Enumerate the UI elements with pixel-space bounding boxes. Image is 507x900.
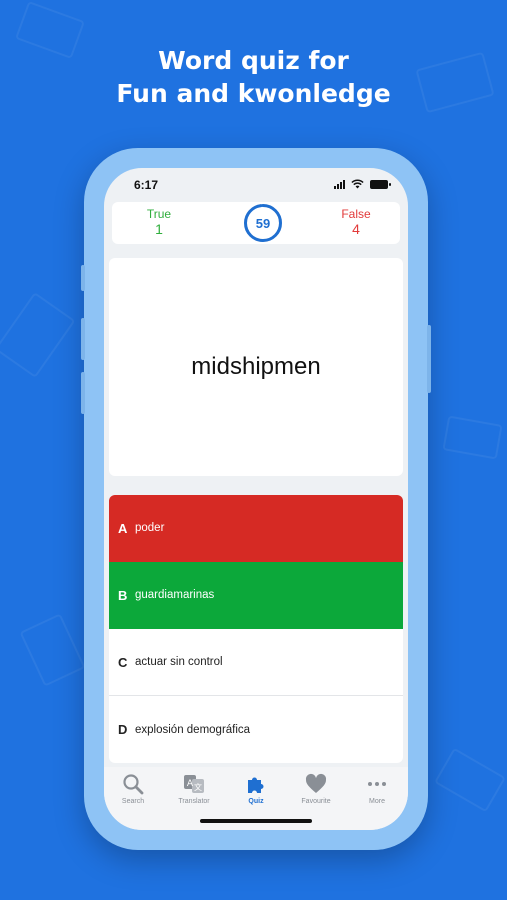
answer-option-a[interactable]: A poder bbox=[109, 495, 403, 562]
tab-label: Search bbox=[121, 798, 145, 805]
tab-favourite[interactable]: Favourite bbox=[286, 773, 346, 805]
tab-label: Favourite bbox=[301, 798, 331, 805]
tab-search[interactable]: Search bbox=[104, 773, 163, 805]
false-label: False bbox=[341, 207, 371, 221]
option-text: guardiamarinas bbox=[135, 589, 215, 601]
phone-silent-switch bbox=[81, 265, 85, 291]
svg-text:A: A bbox=[187, 779, 194, 789]
option-text: poder bbox=[135, 522, 165, 534]
phone-volume-up bbox=[81, 318, 85, 360]
status-time: 6:17 bbox=[134, 178, 159, 192]
signal-icon bbox=[334, 179, 345, 189]
tab-label: Translator bbox=[178, 798, 210, 805]
headline-line-2: Fun and kwonledge bbox=[116, 79, 391, 108]
answer-option-d[interactable]: D explosión demográfica bbox=[109, 696, 403, 763]
wifi-icon bbox=[351, 179, 364, 189]
more-icon bbox=[368, 782, 386, 786]
option-letter: C bbox=[118, 654, 128, 670]
timer-value: 59 bbox=[255, 215, 271, 231]
option-letter: D bbox=[118, 722, 128, 737]
promo-headline: Word quiz for Fun and kwonledge bbox=[0, 44, 507, 110]
true-label: True bbox=[146, 207, 172, 221]
tab-quiz[interactable]: Quiz bbox=[226, 773, 286, 805]
question-card: midshipmen bbox=[109, 258, 403, 476]
svg-text:文: 文 bbox=[194, 782, 202, 792]
countdown-timer: 59 bbox=[243, 203, 283, 243]
heart-icon bbox=[305, 773, 327, 793]
headline-line-1: Word quiz for bbox=[158, 46, 349, 75]
tab-translator[interactable]: A 文 Translator bbox=[164, 773, 224, 805]
option-text: explosión demográfica bbox=[135, 723, 251, 736]
translator-icon: A 文 bbox=[184, 775, 204, 793]
score-card: True 1 59 False 4 bbox=[112, 202, 400, 244]
answer-option-b[interactable]: B guardiamarinas bbox=[109, 562, 403, 629]
answer-options: A poder B guardiamarinas C actuar sin co… bbox=[109, 495, 403, 763]
question-word: midshipmen bbox=[191, 353, 321, 380]
tab-label: More bbox=[369, 798, 385, 805]
option-letter: B bbox=[118, 587, 128, 603]
option-text: actuar sin control bbox=[135, 656, 223, 668]
app-screen: 6:17 True 1 59 False 4 midshipmen A pode… bbox=[104, 168, 408, 830]
option-letter: A bbox=[118, 520, 128, 536]
false-score: False 4 bbox=[316, 207, 396, 238]
phone-power-button bbox=[427, 325, 431, 393]
true-count: 1 bbox=[155, 221, 163, 237]
tab-label: Quiz bbox=[248, 798, 264, 805]
status-bar: 6:17 bbox=[104, 176, 408, 196]
tab-more[interactable]: More bbox=[347, 773, 407, 805]
battery-icon bbox=[370, 179, 391, 189]
puzzle-icon bbox=[248, 777, 264, 793]
true-score: True 1 bbox=[119, 207, 199, 238]
answer-option-c[interactable]: C actuar sin control bbox=[109, 629, 403, 696]
home-indicator bbox=[200, 819, 312, 823]
false-count: 4 bbox=[352, 221, 360, 237]
search-icon bbox=[123, 774, 144, 795]
phone-volume-down bbox=[81, 372, 85, 414]
status-icons bbox=[334, 179, 391, 189]
